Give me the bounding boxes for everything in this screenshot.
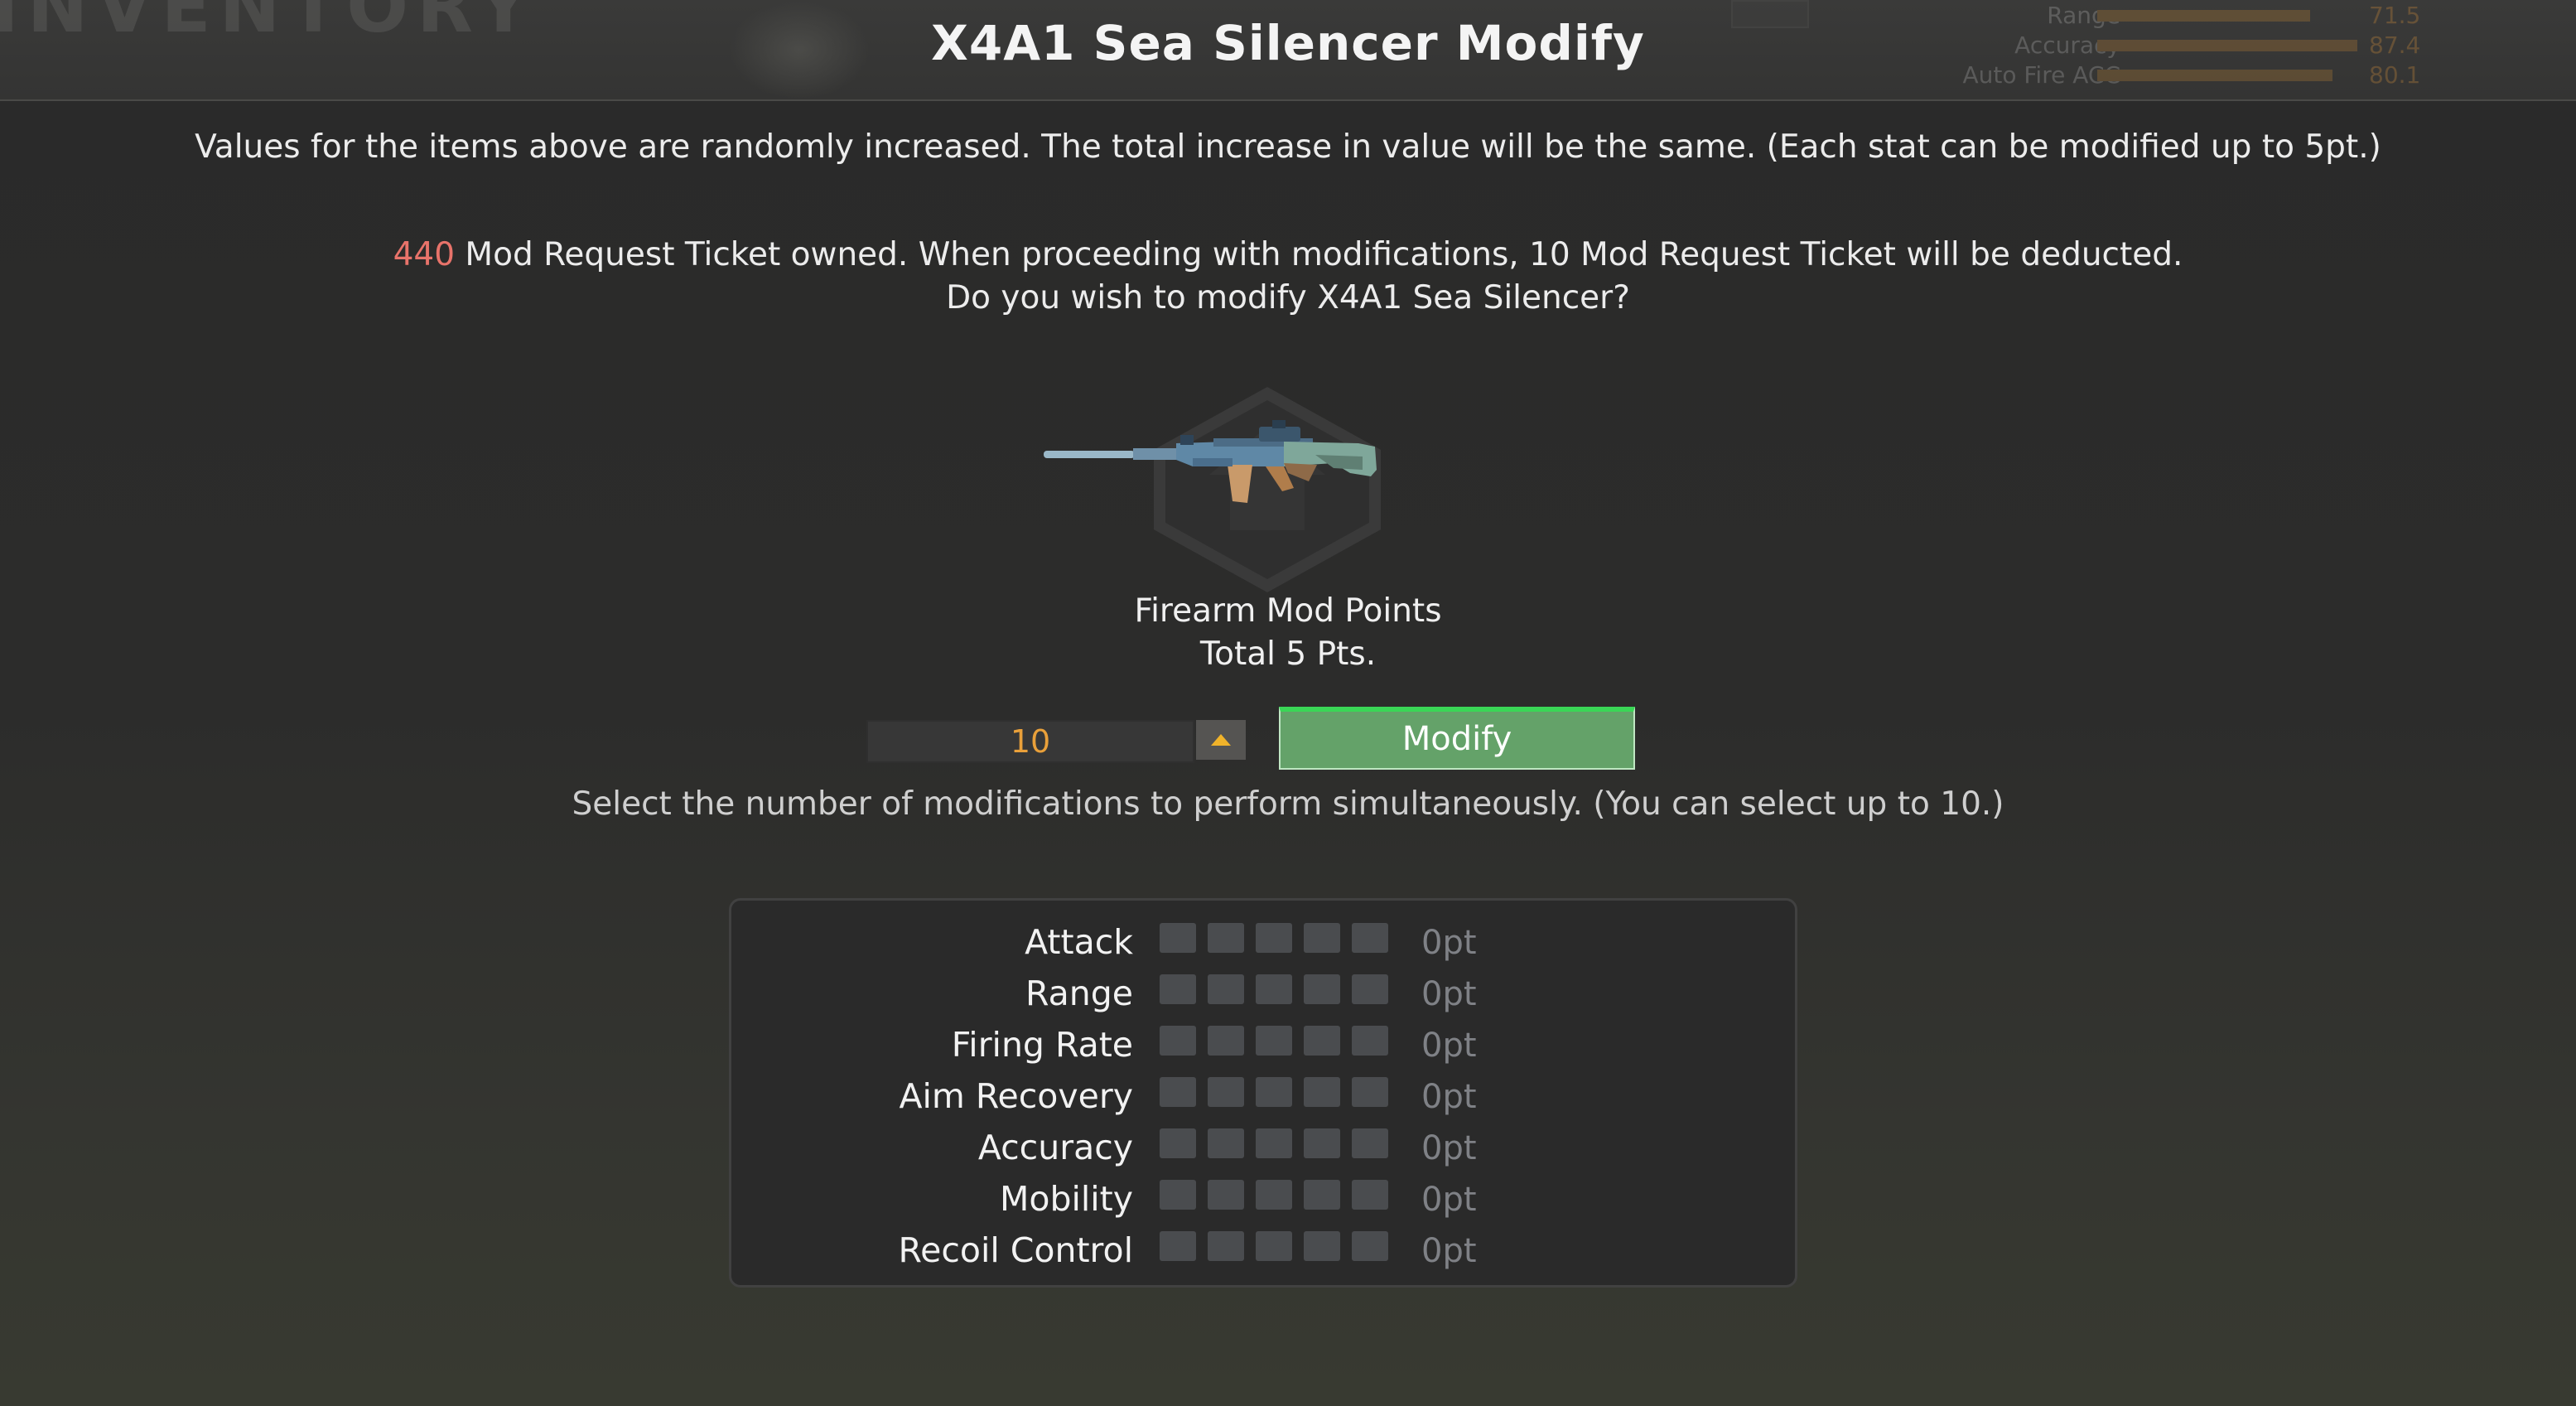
stat-point-box xyxy=(1352,1180,1388,1210)
stat-value: 0pt xyxy=(1421,1078,1477,1116)
stat-name: Aim Recovery xyxy=(899,1076,1133,1116)
stat-point-box xyxy=(1256,1231,1292,1261)
hexagon-emblem-icon xyxy=(1154,386,1381,593)
mod-points-total: Total 5 Pts. xyxy=(1199,635,1377,673)
modify-button[interactable]: Modify xyxy=(1279,707,1635,770)
stat-point-box xyxy=(1160,1231,1196,1261)
stat-point-box xyxy=(1208,974,1244,1004)
ticket-text: Mod Request Ticket owned. When proceedin… xyxy=(455,236,2183,273)
stat-point-box xyxy=(1256,923,1292,953)
mod-points-info: Firearm Mod Points Total 5 Pts. xyxy=(0,590,2576,676)
stat-row: Firing Rate 0pt xyxy=(731,1018,1800,1068)
stat-point-box xyxy=(1352,974,1388,1004)
stat-point-box xyxy=(1304,1128,1340,1158)
stat-value: 0pt xyxy=(1421,975,1477,1013)
stat-point-box xyxy=(1256,974,1292,1004)
stat-row: Range 0pt xyxy=(731,967,1800,1017)
stat-point-box xyxy=(1160,1077,1196,1107)
stat-name: Recoil Control xyxy=(898,1230,1133,1270)
stat-point-box xyxy=(1208,1128,1244,1158)
stat-point-box xyxy=(1304,974,1340,1004)
stat-point-box xyxy=(1256,1180,1292,1210)
stat-row: Mobility 0pt xyxy=(731,1172,1800,1222)
stat-point-box xyxy=(1208,1231,1244,1261)
stat-point-box xyxy=(1352,1231,1388,1261)
ticket-count: 440 xyxy=(393,236,456,273)
stat-point-box xyxy=(1304,923,1340,953)
modification-count-stepper[interactable]: 10 xyxy=(866,720,1194,763)
stat-value: 0pt xyxy=(1421,1129,1477,1167)
stat-row: Aim Recovery 0pt xyxy=(731,1070,1800,1119)
triangle-up-icon xyxy=(1211,734,1231,746)
stat-point-box xyxy=(1208,1026,1244,1056)
stat-name: Accuracy xyxy=(977,1128,1133,1167)
stat-point-box xyxy=(1208,1077,1244,1107)
stat-point-box xyxy=(1352,923,1388,953)
stat-point-box xyxy=(1208,923,1244,953)
ticket-info: 440 Mod Request Ticket owned. When proce… xyxy=(0,234,2576,320)
stat-point-box xyxy=(1352,1077,1388,1107)
stat-point-box xyxy=(1352,1128,1388,1158)
stepper-value: 10 xyxy=(1010,723,1051,760)
stat-value: 0pt xyxy=(1421,1181,1477,1219)
dialog-title: X4A1 Sea Silencer Modify xyxy=(931,15,1645,71)
stat-point-box xyxy=(1160,1128,1196,1158)
stat-row: Recoil Control 0pt xyxy=(731,1224,1800,1273)
stat-point-box xyxy=(1256,1026,1292,1056)
stat-name: Range xyxy=(1025,974,1133,1013)
stat-point-box xyxy=(1256,1077,1292,1107)
stat-name: Mobility xyxy=(1000,1179,1133,1219)
stat-point-box xyxy=(1304,1180,1340,1210)
stat-point-box xyxy=(1304,1231,1340,1261)
stat-point-box xyxy=(1160,974,1196,1004)
weapon-svg xyxy=(1044,386,1381,593)
stepper-up-button[interactable] xyxy=(1196,720,1246,760)
stat-row: Attack 0pt xyxy=(731,916,1800,965)
stat-point-box xyxy=(1160,923,1196,953)
stat-value: 0pt xyxy=(1421,924,1477,962)
stat-value: 0pt xyxy=(1421,1027,1477,1065)
stat-name: Attack xyxy=(1025,922,1133,962)
stat-panel: Attack 0pt Range 0pt Firing Rate 0pt Aim Recov… xyxy=(729,898,1797,1288)
stat-name: Firing Rate xyxy=(951,1025,1133,1065)
modify-description: Values for the items above are randomly … xyxy=(195,128,2381,166)
ticket-line: 440 Mod Request Ticket owned. When proce… xyxy=(0,234,2576,277)
background-stat-bar xyxy=(2097,70,2332,81)
header-bar: INVENTORY Range 71.5 Accuracy 87.4 Auto Fire… xyxy=(0,0,2576,101)
stat-point-box xyxy=(1256,1128,1292,1158)
weapon-preview xyxy=(1035,377,1499,593)
stat-point-box xyxy=(1352,1026,1388,1056)
stat-point-box xyxy=(1208,1180,1244,1210)
stat-value: 0pt xyxy=(1421,1232,1477,1270)
confirm-question: Do you wish to modify X4A1 Sea Silencer? xyxy=(946,279,1630,316)
stat-point-box xyxy=(1304,1026,1340,1056)
modification-hint: Select the number of modifications to pe… xyxy=(572,785,2004,823)
mod-points-label: Firearm Mod Points xyxy=(1134,592,1442,630)
stat-point-box xyxy=(1160,1026,1196,1056)
stat-point-box xyxy=(1304,1077,1340,1107)
stat-point-box xyxy=(1160,1180,1196,1210)
stat-row: Accuracy 0pt xyxy=(731,1121,1800,1171)
